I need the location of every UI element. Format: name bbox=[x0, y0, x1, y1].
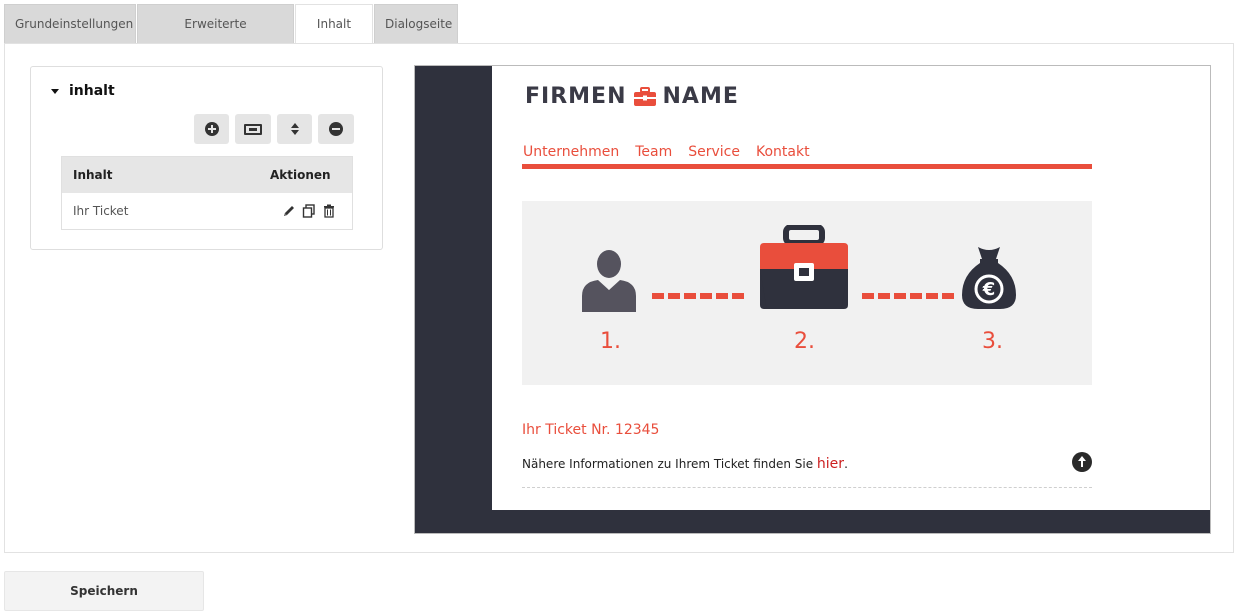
ticket-title: Ihr Ticket Nr. 12345 bbox=[522, 422, 660, 438]
brand-right: NAME bbox=[662, 84, 739, 109]
content-table: Inhalt Aktionen Ihr Ticket bbox=[61, 156, 353, 230]
money-bag-euro-icon: € bbox=[962, 247, 1016, 309]
add-button[interactable] bbox=[194, 114, 229, 144]
column-header-aktionen: Aktionen bbox=[270, 168, 331, 182]
ticket-info-text: Nähere Informationen zu Ihrem Ticket fin… bbox=[522, 457, 817, 471]
sort-updown-icon bbox=[290, 123, 299, 135]
email-preview: FIRMEN NAME Unternehmen Team Service Kon… bbox=[414, 65, 1211, 534]
step-number-3: 3. bbox=[982, 329, 1003, 354]
briefcase-icon bbox=[633, 86, 656, 106]
person-icon bbox=[582, 250, 636, 312]
step-number-2: 2. bbox=[794, 329, 815, 354]
nav-service[interactable]: Service bbox=[688, 144, 740, 160]
column-header-inhalt: Inhalt bbox=[73, 168, 113, 182]
preview-nav: Unternehmen Team Service Kontakt bbox=[523, 144, 810, 160]
nav-team[interactable]: Team bbox=[635, 144, 672, 160]
table-header: Inhalt Aktionen bbox=[62, 157, 352, 193]
edit-card-button[interactable] bbox=[235, 114, 271, 144]
ticket-link[interactable]: hier bbox=[817, 456, 844, 472]
divider bbox=[522, 487, 1092, 488]
remove-button[interactable] bbox=[318, 114, 354, 144]
nav-unternehmen[interactable]: Unternehmen bbox=[523, 144, 619, 160]
svg-text:€: € bbox=[982, 279, 996, 300]
tab-erweiterte-einstellungen[interactable]: Erweiterte Einstellungen bbox=[137, 4, 294, 69]
tree-title: inhalt bbox=[69, 83, 115, 99]
nav-kontakt[interactable]: Kontakt bbox=[756, 144, 810, 160]
steps-graphic: € 1. 2. 3. bbox=[522, 201, 1092, 385]
sort-button[interactable] bbox=[277, 114, 312, 144]
save-button[interactable]: Speichern bbox=[4, 571, 204, 611]
plus-circle-icon bbox=[204, 122, 219, 136]
ticket-info: Nähere Informationen zu Ihrem Ticket fin… bbox=[522, 456, 848, 472]
copy-icon[interactable] bbox=[302, 204, 316, 218]
tree-toolbar bbox=[194, 114, 354, 144]
content-tree-panel: inhalt Inhalt Aktionen Ihr Ticket bbox=[30, 66, 383, 250]
table-row[interactable]: Ihr Ticket bbox=[62, 193, 352, 229]
brand-logo: FIRMEN NAME bbox=[525, 84, 739, 109]
row-content-label: Ihr Ticket bbox=[73, 204, 129, 218]
ticket-info-end: . bbox=[844, 457, 848, 471]
preview-page: FIRMEN NAME Unternehmen Team Service Kon… bbox=[492, 66, 1210, 510]
scroll-up-icon[interactable] bbox=[1072, 452, 1092, 472]
row-actions bbox=[282, 204, 352, 218]
dashed-connector bbox=[652, 293, 744, 299]
minus-circle-icon bbox=[329, 122, 343, 136]
caret-down-icon[interactable] bbox=[51, 88, 59, 94]
nav-underline bbox=[522, 164, 1092, 169]
tab-grundeinstellungen[interactable]: Grundeinstellungen bbox=[4, 4, 136, 43]
dashed-connector bbox=[862, 293, 954, 299]
tab-dialogseite[interactable]: Dialogseite bbox=[374, 4, 458, 43]
step-number-1: 1. bbox=[600, 329, 621, 354]
pencil-icon[interactable] bbox=[282, 204, 296, 218]
trash-icon[interactable] bbox=[322, 204, 336, 218]
tab-inhalt[interactable]: Inhalt bbox=[295, 4, 373, 44]
briefcase-large-icon bbox=[760, 225, 848, 309]
card-icon bbox=[244, 123, 262, 135]
tab-bar: Grundeinstellungen Erweiterte Einstellun… bbox=[4, 4, 459, 69]
tree-toggle[interactable]: inhalt bbox=[51, 83, 115, 99]
brand-left: FIRMEN bbox=[525, 84, 627, 109]
